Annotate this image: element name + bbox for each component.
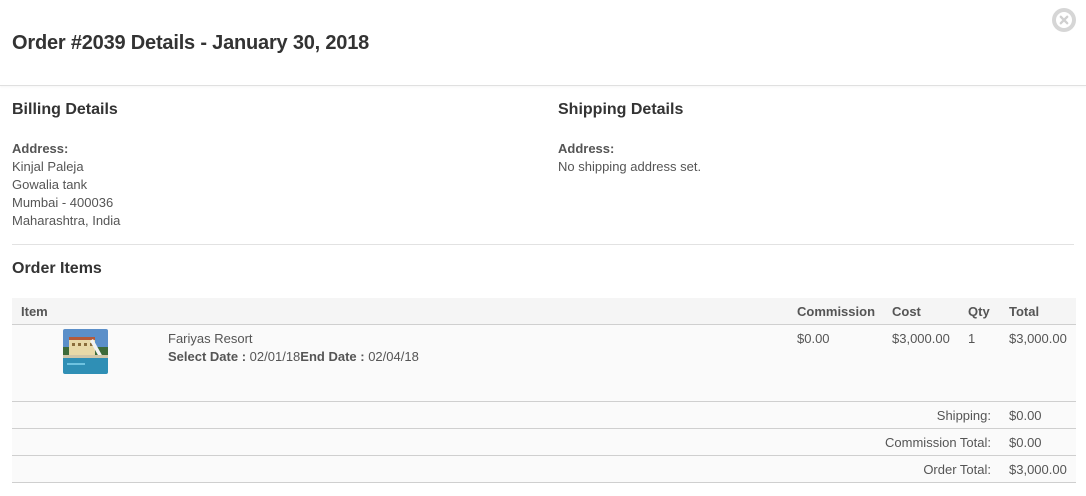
modal-header: Order #2039 Details - January 30, 2018: [0, 0, 1086, 86]
select-date-value: 02/01/18: [249, 349, 301, 364]
section-divider: [12, 244, 1074, 245]
order-total-label: Order Total:: [923, 462, 991, 477]
shipping-total-value: $0.00: [1009, 408, 1042, 423]
commission-total-label: Commission Total:: [885, 435, 991, 450]
billing-address-line: Maharashtra, India: [12, 213, 121, 228]
close-icon: [1056, 12, 1072, 28]
modal-title: Order #2039 Details - January 30, 2018: [12, 32, 370, 54]
item-commission: $0.00: [797, 331, 830, 346]
item-dates: Select Date : 02/01/18End Date : 02/04/1…: [168, 349, 419, 364]
order-items-table-header: Item Commission Cost Qty Total: [12, 298, 1076, 325]
column-header-cost: Cost: [892, 304, 921, 319]
order-items-heading: Order Items: [12, 260, 102, 277]
shipping-total-label: Shipping:: [936, 408, 991, 423]
shipping-address-text: No shipping address set.: [558, 159, 702, 174]
resort-image: [63, 329, 108, 374]
item-cost: $3,000.00: [892, 331, 950, 346]
order-total-value: $3,000.00: [1009, 462, 1067, 477]
column-header-total: Total: [1009, 304, 1040, 319]
column-header-item: Item: [21, 304, 48, 319]
totals-row-shipping: Shipping: $0.00: [12, 402, 1076, 429]
shipping-address-label: Address:: [558, 141, 615, 156]
billing-address-label: Address:: [12, 141, 69, 156]
table-row: Fariyas Resort Select Date : 02/01/18End…: [12, 325, 1076, 402]
item-qty: 1: [968, 331, 976, 346]
end-date-value: 02/04/18: [368, 349, 419, 364]
billing-heading: Billing Details: [12, 101, 118, 118]
commission-total-value: $0.00: [1009, 435, 1042, 450]
select-date-label: Select Date :: [168, 349, 247, 364]
billing-address-line: Gowalia tank: [12, 177, 88, 192]
column-header-commission: Commission: [797, 304, 876, 319]
column-header-qty: Qty: [968, 304, 990, 319]
end-date-label: End Date :: [300, 349, 365, 364]
close-button[interactable]: [1052, 8, 1076, 32]
item-total: $3,000.00: [1009, 331, 1067, 346]
shipping-heading: Shipping Details: [558, 101, 684, 118]
totals-row-order: Order Total: $3,000.00: [12, 456, 1076, 483]
billing-address-line: Mumbai - 400036: [12, 195, 114, 210]
totals-row-commission: Commission Total: $0.00: [12, 429, 1076, 456]
resort-thumbnail[interactable]: [63, 329, 108, 374]
item-name: Fariyas Resort: [168, 331, 253, 346]
billing-address-line: Kinjal Paleja: [12, 159, 84, 174]
